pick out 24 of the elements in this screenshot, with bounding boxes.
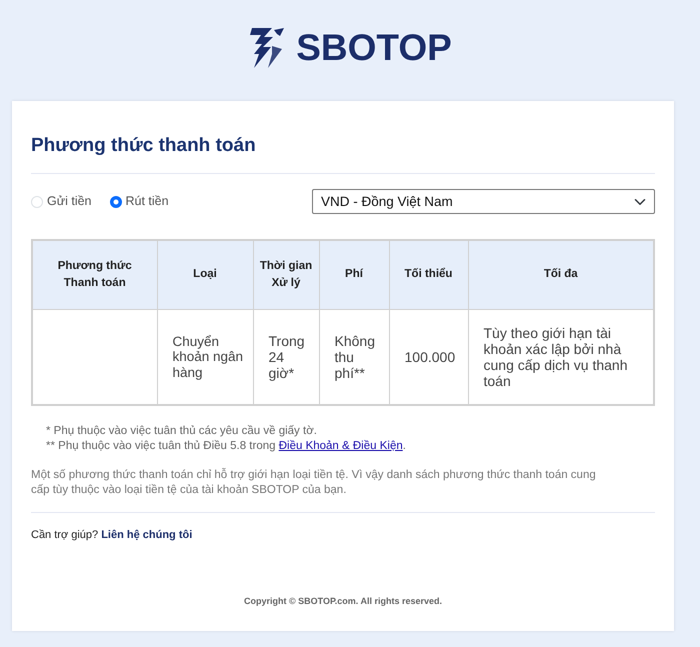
column-header: Tối thiểu xyxy=(389,240,468,310)
radio-label[interactable]: Gửi tiền xyxy=(47,192,92,212)
terms-link[interactable]: Điều Khoản & Điều Kiện xyxy=(278,440,403,452)
footnote: * Phụ thuộc vào việc tuân thủ các yêu cầu về giấy tờ. xyxy=(46,424,318,439)
page-title: Phương thức thanh toán xyxy=(31,135,655,174)
copyright-text: Copyright © SBOTOP.com. All rights reserved. xyxy=(244,596,442,606)
table-cell: 100.000 xyxy=(404,349,456,366)
currency-select[interactable]: VND - Đồng Việt Nam xyxy=(312,189,655,214)
help-text: Cần trợ giúp? Liên hệ chúng tôi xyxy=(31,528,192,541)
column-header: Phí xyxy=(319,240,389,310)
radio-label[interactable]: Rút tiền xyxy=(126,192,169,212)
column-header: Thời gian Xử lý xyxy=(253,240,319,310)
radio-button[interactable] xyxy=(110,196,122,208)
column-header: Phương thức Thanh toán xyxy=(32,240,157,310)
table-cell-text: Không thu phí** xyxy=(334,332,376,382)
logo-text: SBOTOP xyxy=(296,29,452,66)
footnote: ** Phụ thuộc vào việc tuân thủ Điều 5.8 trong Điều Khoản & Điều Kiện. xyxy=(46,438,407,454)
info-text: Một số phương thức thanh toán chỉ hỗ trợ giới hạn loại tiền tệ. Vì vậy danh sách phương thức thanh toán cung cấp tùy thuộc vào loại tiền tệ của tài khoản SBOTOP của bạn. xyxy=(31,468,596,496)
column-header: Tối đa xyxy=(468,240,654,310)
table-cell-text: Chuyển khoản ngân hàng xyxy=(172,334,244,380)
table-cell-text: Tùy theo giới hạn tài khoản xác lập bởi nhà cung cấp dịch vụ thanh toán xyxy=(484,324,628,390)
table-cell-text: Trong 24 giờ* xyxy=(268,332,306,382)
contact-link[interactable]: Liên hệ chúng tôi xyxy=(101,528,192,541)
column-header: Loại xyxy=(157,240,253,310)
